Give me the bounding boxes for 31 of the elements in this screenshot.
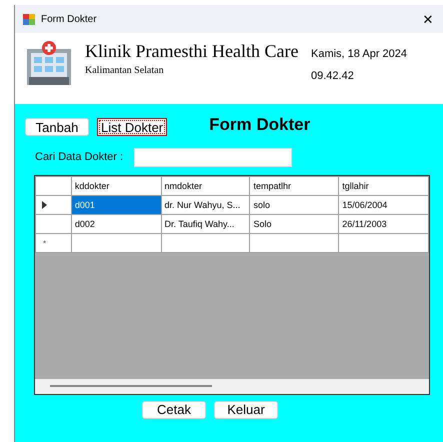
column-header[interactable]: kddokter: [71, 176, 162, 195]
column-header[interactable]: nmdokter: [161, 176, 250, 195]
footer-button[interactable]: Cetak: [142, 400, 206, 418]
date-label: Kamis, 18 Apr 2024: [311, 48, 408, 60]
column-header[interactable]: tempatlhr: [250, 176, 339, 195]
table-cell[interactable]: Dr. Taufiq Wahy...: [161, 214, 250, 233]
window-title: Form Dokter: [41, 14, 98, 24]
form-title: Form Dokter: [209, 115, 310, 136]
close-button[interactable]: ✕: [413, 12, 443, 26]
toolbar-button[interactable]: List Dokter: [97, 118, 168, 136]
search-label: Cari Data Dokter :: [35, 151, 124, 163]
clinic-name: Klinik Pramesthi Health Care: [85, 41, 300, 62]
scrollbar-thumb[interactable]: [50, 384, 212, 386]
table-cell[interactable]: 26/11/2003: [338, 214, 428, 233]
toolbar-button[interactable]: Tanbah: [25, 118, 89, 136]
table-cell[interactable]: d002: [71, 214, 162, 233]
app-icon: [23, 14, 35, 24]
column-header[interactable]: tgllahir: [338, 176, 428, 195]
footer-button[interactable]: Keluar: [214, 400, 278, 418]
row-header[interactable]: [36, 195, 72, 214]
search-field[interactable]: [134, 148, 292, 166]
hospital-icon: [25, 41, 73, 87]
time-label: 09.42.42: [311, 70, 355, 82]
table-cell[interactable]: 15/06/2004: [338, 195, 428, 214]
table-cell[interactable]: dr. Nur Wahyu, S...: [161, 195, 250, 214]
horizontal-scrollbar[interactable]: [35, 378, 429, 394]
table-cell[interactable]: solo: [250, 195, 339, 214]
table-cell[interactable]: Solo: [250, 214, 339, 233]
new-row-marker: *: [42, 238, 46, 248]
table-cell[interactable]: d001: [71, 195, 162, 214]
clinic-region: Kalimantan Selatan: [85, 65, 165, 76]
